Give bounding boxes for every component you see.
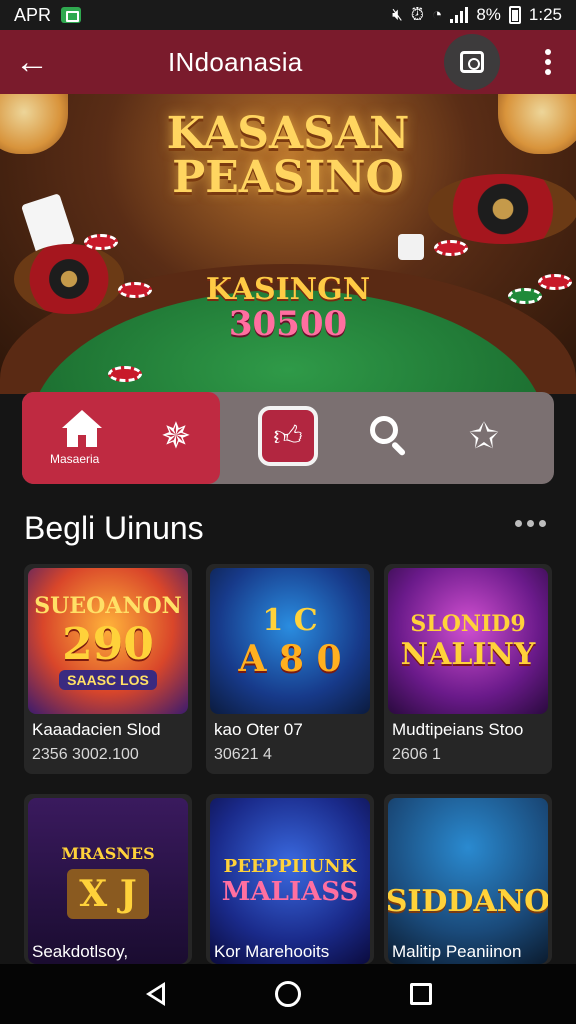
- game-title: Kaaadacien Slod: [32, 720, 161, 739]
- like-button[interactable]: 👍︎: [258, 406, 318, 466]
- game-thumbnail: SIDDANO: [388, 798, 548, 964]
- favorites-icon[interactable]: ✩: [464, 416, 504, 456]
- clock: 1:25: [528, 5, 562, 24]
- game-thumbnail: 1 C A 8 0: [210, 568, 370, 714]
- thumbnail-text: 290: [62, 618, 154, 670]
- game-meta: 2356 3002.100: [32, 746, 139, 763]
- chip-image: [108, 366, 142, 382]
- section-title: Begli Uinuns: [24, 510, 204, 546]
- message-notification-icon: [61, 7, 82, 23]
- hero-subtitle-line2: 30500: [228, 304, 348, 344]
- game-thumbnail: SUEOANON 290 SAASC LOS: [28, 568, 188, 714]
- thumbnail-text: SLONID9: [410, 610, 526, 637]
- wifi-icon: ◔: [432, 5, 443, 24]
- chip-image: [84, 234, 118, 250]
- signal-icon: [450, 7, 469, 23]
- battery-icon: [508, 6, 521, 24]
- hero-banner[interactable]: KASASAN PEASINO KASINGN 30500: [0, 94, 576, 394]
- thumbnail-text: SAASC LOS: [59, 669, 157, 690]
- search-icon[interactable]: [370, 416, 412, 458]
- section-more-icon[interactable]: [515, 520, 546, 527]
- game-card[interactable]: SUEOANON 290 SAASC LOS Kaaadacien Slod 2…: [24, 564, 192, 774]
- game-thumbnail: PEEPPIIUNK MALIASS: [210, 798, 370, 964]
- game-title: Kor Marehooits: [214, 942, 330, 961]
- nav-home-icon[interactable]: [274, 981, 301, 1007]
- game-thumbnail: MRASNES X J: [28, 798, 188, 964]
- dice-image: [398, 234, 424, 260]
- chip-image: [434, 240, 468, 256]
- game-card[interactable]: 1 C A 8 0 kao Oter 07 30621 4: [206, 564, 374, 774]
- badge-icon[interactable]: ✵: [156, 416, 196, 456]
- game-thumbnail: SLONID9 NALINY: [388, 568, 548, 714]
- screen: APR 🔇︎ ⏰︎ ◔ 8% 1:25 ← INdoanasia KASASAN…: [0, 0, 576, 1024]
- app-bar: ← INdoanasia: [0, 30, 576, 94]
- game-card[interactable]: PEEPPIIUNK MALIASS Kor Marehooits: [206, 794, 374, 964]
- hero-title-line2: PEASINO: [172, 152, 404, 203]
- camera-button[interactable]: [444, 34, 500, 90]
- mute-icon: 🔇︎: [392, 5, 403, 24]
- alarm-icon: ⏰︎: [410, 5, 425, 24]
- game-meta: 2606 1: [392, 746, 441, 763]
- thumbnail-text: SUEOANON: [34, 592, 182, 619]
- game-title: kao Oter 07: [214, 720, 303, 739]
- hero-title: KASASAN PEASINO: [0, 112, 576, 200]
- nav-back-icon[interactable]: [144, 982, 166, 1006]
- hero-title-line1: KASASAN: [166, 108, 410, 159]
- thumbs-up-icon: 👍︎: [273, 420, 303, 451]
- game-title: Seakdotlsoy,: [32, 942, 129, 961]
- game-title: Malitip Peaniinon: [392, 942, 522, 961]
- home-icon: [60, 410, 104, 450]
- game-card[interactable]: SLONID9 NALINY Mudtipeians Stoo 2606 1: [384, 564, 552, 774]
- status-bar: APR 🔇︎ ⏰︎ ◔ 8% 1:25: [0, 0, 576, 30]
- game-meta: 30621 4: [214, 746, 272, 763]
- thumbnail-text: 1 C: [262, 602, 318, 638]
- thumbnail-text: PEEPPIIUNK: [223, 855, 357, 877]
- thumbnail-text: SIDDANO: [388, 883, 548, 919]
- home-tab[interactable]: Masaeria ✵: [22, 392, 220, 484]
- thumbnail-text: X J: [67, 868, 149, 919]
- thumbnail-text: MRASNES: [61, 843, 155, 863]
- game-card[interactable]: SIDDANO Malitip Peaniinon: [384, 794, 552, 964]
- carrier-label: APR: [14, 4, 52, 25]
- system-nav-bar: [0, 964, 576, 1024]
- hero-subtitle-line1: KASINGN: [205, 272, 371, 307]
- app-title: INdoanasia: [168, 46, 303, 77]
- overflow-menu-icon[interactable]: [538, 46, 558, 78]
- back-arrow-icon[interactable]: ←: [0, 30, 64, 94]
- nav-recents-icon[interactable]: [409, 983, 432, 1005]
- camera-icon: [460, 51, 484, 73]
- battery-percent: 8%: [476, 5, 501, 24]
- game-title: Mudtipeians Stoo: [392, 720, 524, 739]
- thumbnail-text: NALINY: [400, 636, 536, 672]
- game-card[interactable]: MRASNES X J Seakdotlsoy,: [24, 794, 192, 964]
- thumbnail-text: A 8 0: [238, 637, 342, 680]
- action-bar: Masaeria ✵ 👍︎ ✩: [22, 392, 554, 484]
- thumbnail-text: MALIASS: [221, 876, 359, 907]
- home-tab-label: Masaeria: [50, 452, 100, 466]
